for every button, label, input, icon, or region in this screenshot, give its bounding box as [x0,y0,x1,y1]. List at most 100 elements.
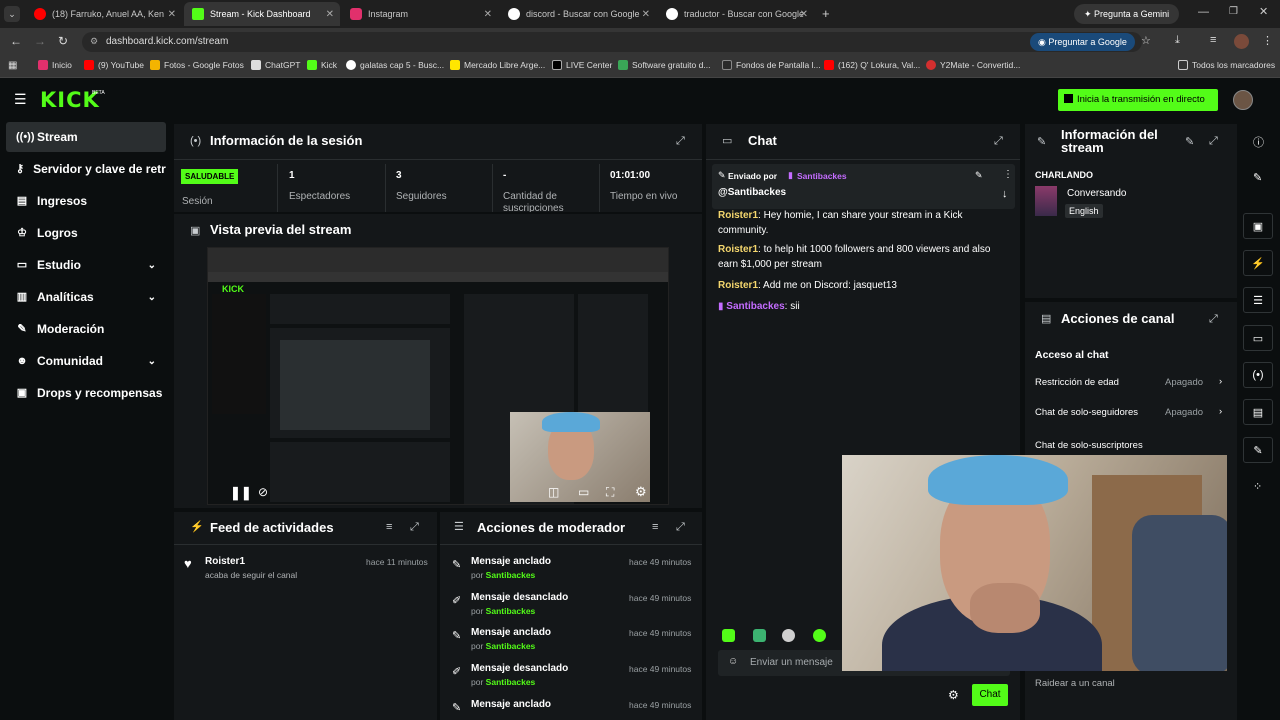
followers-only-row[interactable]: Chat de solo-seguidores Apagado › [1035,406,1225,418]
sidebar-item-achievements[interactable]: ♔ Logros [6,218,166,248]
bookmark-item[interactable]: (162) Q' Lokura, Val... [824,60,920,70]
chat-username[interactable]: Roister1 [718,244,758,255]
filter-icon[interactable]: ≡ [386,521,392,533]
minimize-button[interactable]: — [1198,6,1209,18]
more-icon[interactable]: ⋮ [1003,169,1013,180]
close-icon[interactable]: ✕ [642,9,650,20]
emote-icon[interactable] [813,629,826,642]
emote-icon[interactable] [753,629,766,642]
close-icon[interactable]: ✕ [484,9,492,20]
wrench-tool-icon[interactable]: ✎ [1243,437,1273,463]
channel-tool-icon[interactable]: ▤ [1243,399,1273,425]
apps-icon[interactable]: ▦ [8,60,17,71]
sidebar-item-community[interactable]: ☻ Comunidad ⌄ [6,346,166,376]
hamburger-icon[interactable]: ☰ [14,91,27,108]
gemini-button[interactable]: ✦ Pregunta a Gemini [1074,4,1180,24]
filter-icon[interactable]: ≡ [652,521,658,533]
edit-icon[interactable]: ✎ [1185,135,1194,148]
pip-icon[interactable]: ◫ [548,485,559,499]
mod-action-user[interactable]: Santibackes [486,677,536,687]
popout-icon[interactable]: ⤢ [1209,313,1218,326]
tab-instagram[interactable]: Instagram ✕ [342,2,498,26]
popout-icon[interactable]: ⤢ [994,135,1003,148]
bookmark-item[interactable]: ChatGPT [251,60,300,70]
download-icon[interactable]: ⤓ [1175,34,1180,47]
expand-arrow-icon[interactable]: ↓ [1002,188,1008,200]
pause-icon[interactable]: ❚❚ [230,485,252,501]
emoji-icon[interactable]: ☺ [728,656,738,667]
back-icon[interactable]: ← [10,34,22,48]
raid-channel-row[interactable]: Raidear a un canal [1035,678,1115,689]
unpin-icon[interactable]: ✎ [975,170,983,181]
go-live-button[interactable]: Inicia la transmisión en directo [1058,89,1218,111]
tab-youtube[interactable]: (18) Farruko, Anuel AA, Ken ✕ [26,2,182,26]
popout-icon[interactable]: ⤢ [676,135,685,148]
drag-handle-icon[interactable]: ⁘ [1253,480,1262,493]
close-icon[interactable]: ✕ [800,9,808,20]
close-icon[interactable]: ✕ [326,9,334,20]
stream-video[interactable]: KICK [207,247,669,505]
chat-username[interactable]: Roister1 [718,210,758,221]
bookmark-item[interactable]: Kick [307,60,337,70]
settings-icon[interactable]: ⚙ [948,688,959,702]
tab-kick-dashboard[interactable]: Stream - Kick Dashboard ✕ [184,2,340,26]
chat-username[interactable]: Roister1 [718,280,758,291]
profile-avatar[interactable] [1234,34,1249,49]
video-tool-icon[interactable]: ▣ [1243,213,1273,239]
sidebar-item-server-key[interactable]: ⚷ Servidor y clave de retransmisión [6,154,166,184]
mod-action-user[interactable]: Santibackes [486,606,536,616]
user-avatar[interactable] [1233,90,1253,110]
mod-action-user[interactable]: Santibackes [486,641,536,651]
pinned-user[interactable]: Santibackes [797,171,847,181]
media-icon[interactable]: ≡ [1210,34,1216,46]
popout-icon[interactable]: ⤢ [410,521,419,534]
sidebar-item-income[interactable]: ▤ Ingresos [6,186,166,216]
chat-tool-icon[interactable]: ▭ [1243,325,1273,351]
kick-logo[interactable]: KICK [40,88,100,112]
theater-icon[interactable]: ▭ [578,485,589,499]
bookmark-item[interactable]: Software gratuito d... [618,60,710,70]
tab-discord-search[interactable]: discord - Buscar con Google ✕ [500,2,656,26]
bookmark-item[interactable]: galatas cap 5 - Busc... [346,60,444,70]
bookmark-item[interactable]: LIVE Center [552,60,612,70]
fullscreen-icon[interactable]: ⛶ [606,485,614,500]
menu-icon[interactable]: ⋮ [1262,34,1273,47]
sidebar-item-analytics[interactable]: ▥ Analíticas ⌄ [6,282,166,312]
activity-user[interactable]: Roister1 [205,556,245,567]
tab-translator-search[interactable]: traductor - Buscar con Google ✕ [658,2,814,26]
bookmark-item[interactable]: Inicio [38,60,72,70]
close-window-button[interactable]: ✕ [1259,5,1268,18]
ask-google-button[interactable]: ◉ Preguntar a Google [1030,33,1135,51]
sidebar-item-stream[interactable]: ((•)) Stream [6,122,166,152]
category-name[interactable]: Conversando [1067,188,1126,199]
star-icon[interactable]: ☆ [1141,34,1151,47]
emote-icon[interactable] [782,629,795,642]
new-tab-button[interactable]: + [822,6,830,21]
chat-username[interactable]: Santibackes [726,301,784,312]
sidebar-item-moderation[interactable]: ✎ Moderación [6,314,166,344]
bookmark-item[interactable]: Mercado Libre Arge... [450,60,545,70]
all-bookmarks[interactable]: Todos los marcadores [1178,60,1275,70]
chat-send-button[interactable]: Chat [972,684,1008,706]
mod-action-user[interactable]: Santibackes [486,570,536,580]
bookmark-item[interactable]: Fondos de Pantalla l... [722,60,821,70]
site-info-icon[interactable]: ⚙ [90,36,98,47]
info-icon[interactable]: ⓘ [1253,134,1264,150]
close-icon[interactable]: ✕ [168,9,176,20]
edit-icon[interactable]: ✎ [1253,171,1262,184]
bookmark-item[interactable]: (9) YouTube [84,60,144,70]
age-restriction-row[interactable]: Restricción de edad Apagado › [1035,376,1225,388]
broadcast-tool-icon[interactable]: (•) [1243,362,1273,388]
subscribers-only-row[interactable]: Chat de solo-suscriptores [1035,436,1225,451]
forward-icon[interactable]: → [34,34,46,48]
mute-icon[interactable]: ⊘ [258,485,268,499]
tab-search-button[interactable]: ⌄ [4,6,20,22]
bookmark-item[interactable]: Fotos - Google Fotos [150,60,244,70]
url-field[interactable]: ⚙ dashboard.kick.com/stream [82,32,1142,52]
sidebar-item-drops[interactable]: ▣ Drops y recompensas [6,378,166,408]
bookmark-item[interactable]: Y2Mate - Convertid... [926,60,1020,70]
popout-icon[interactable]: ⤢ [1209,135,1218,148]
settings-icon[interactable]: ⚙ [635,484,647,500]
lightning-tool-icon[interactable]: ⚡ [1243,250,1273,276]
maximize-button[interactable]: ❐ [1229,6,1238,17]
